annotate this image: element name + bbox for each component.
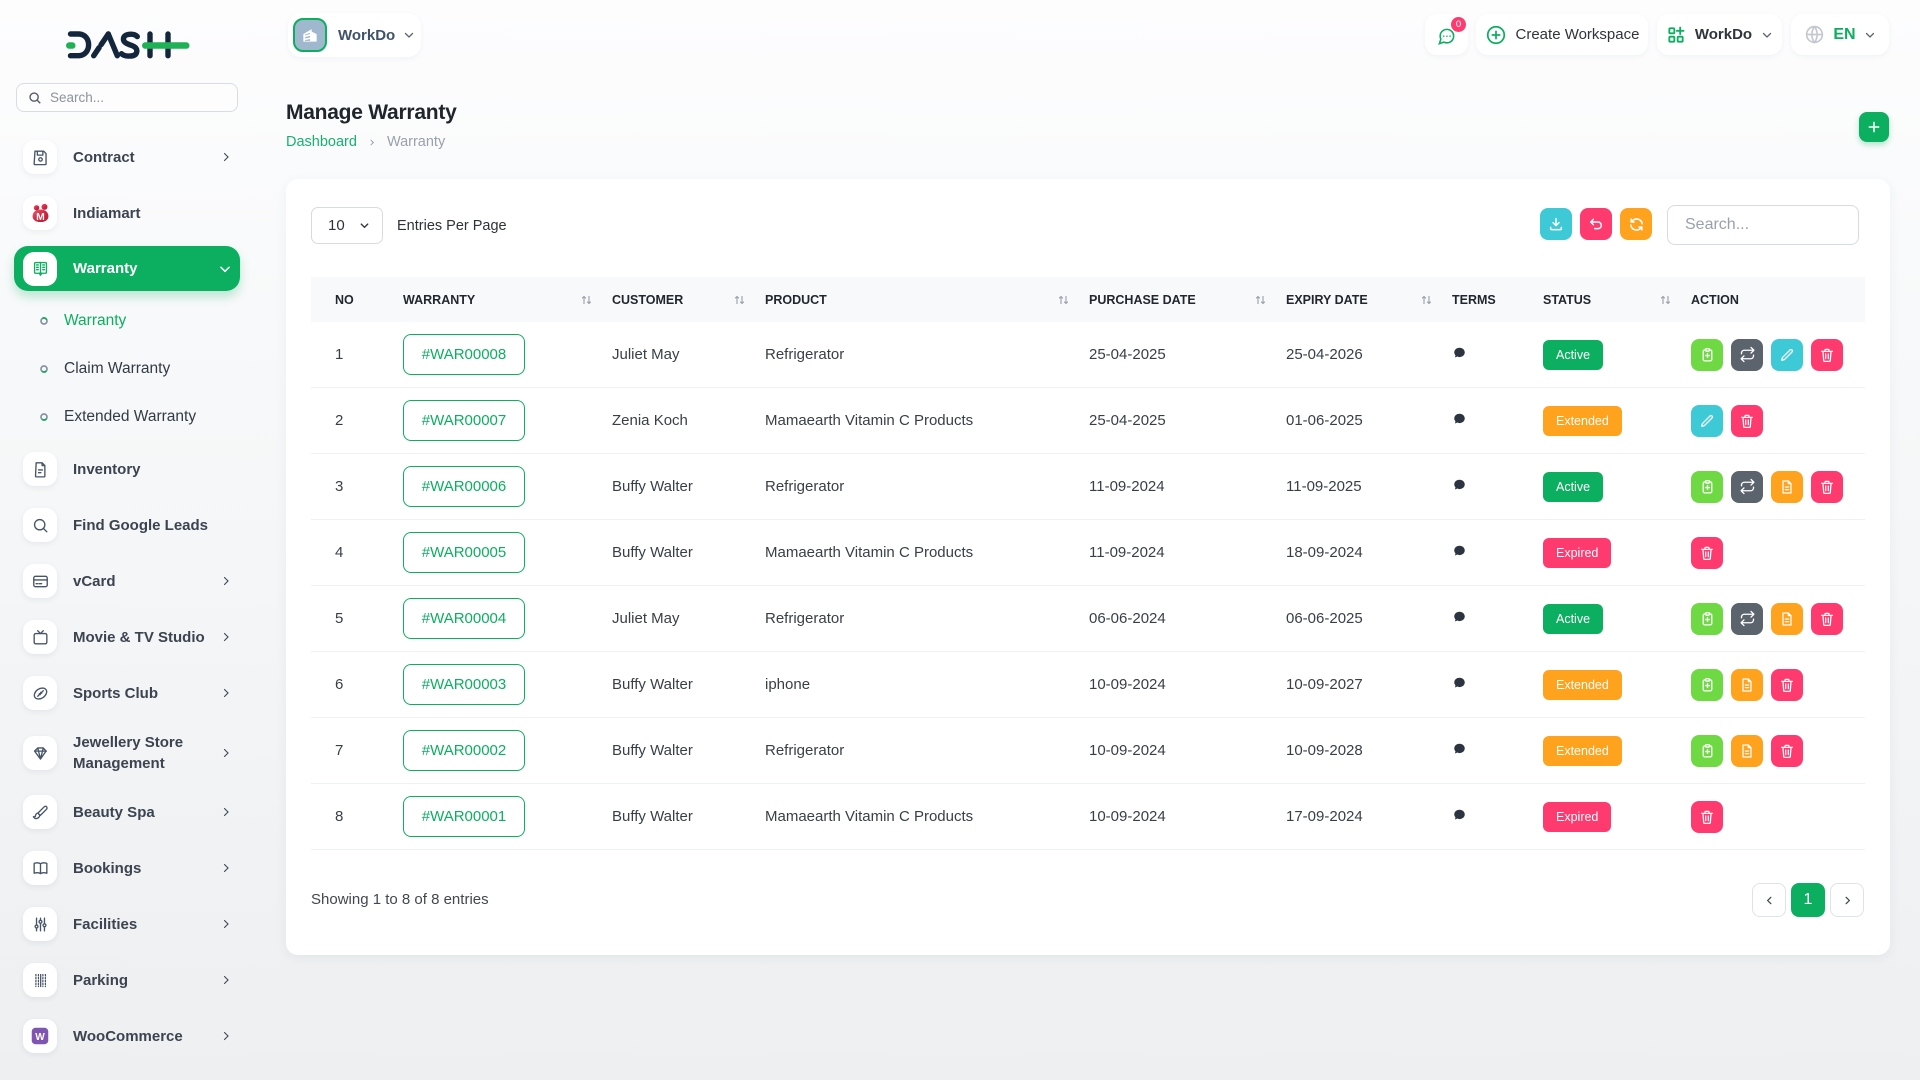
svg-text:M: M (36, 211, 45, 222)
svg-text:W: W (35, 1032, 45, 1043)
